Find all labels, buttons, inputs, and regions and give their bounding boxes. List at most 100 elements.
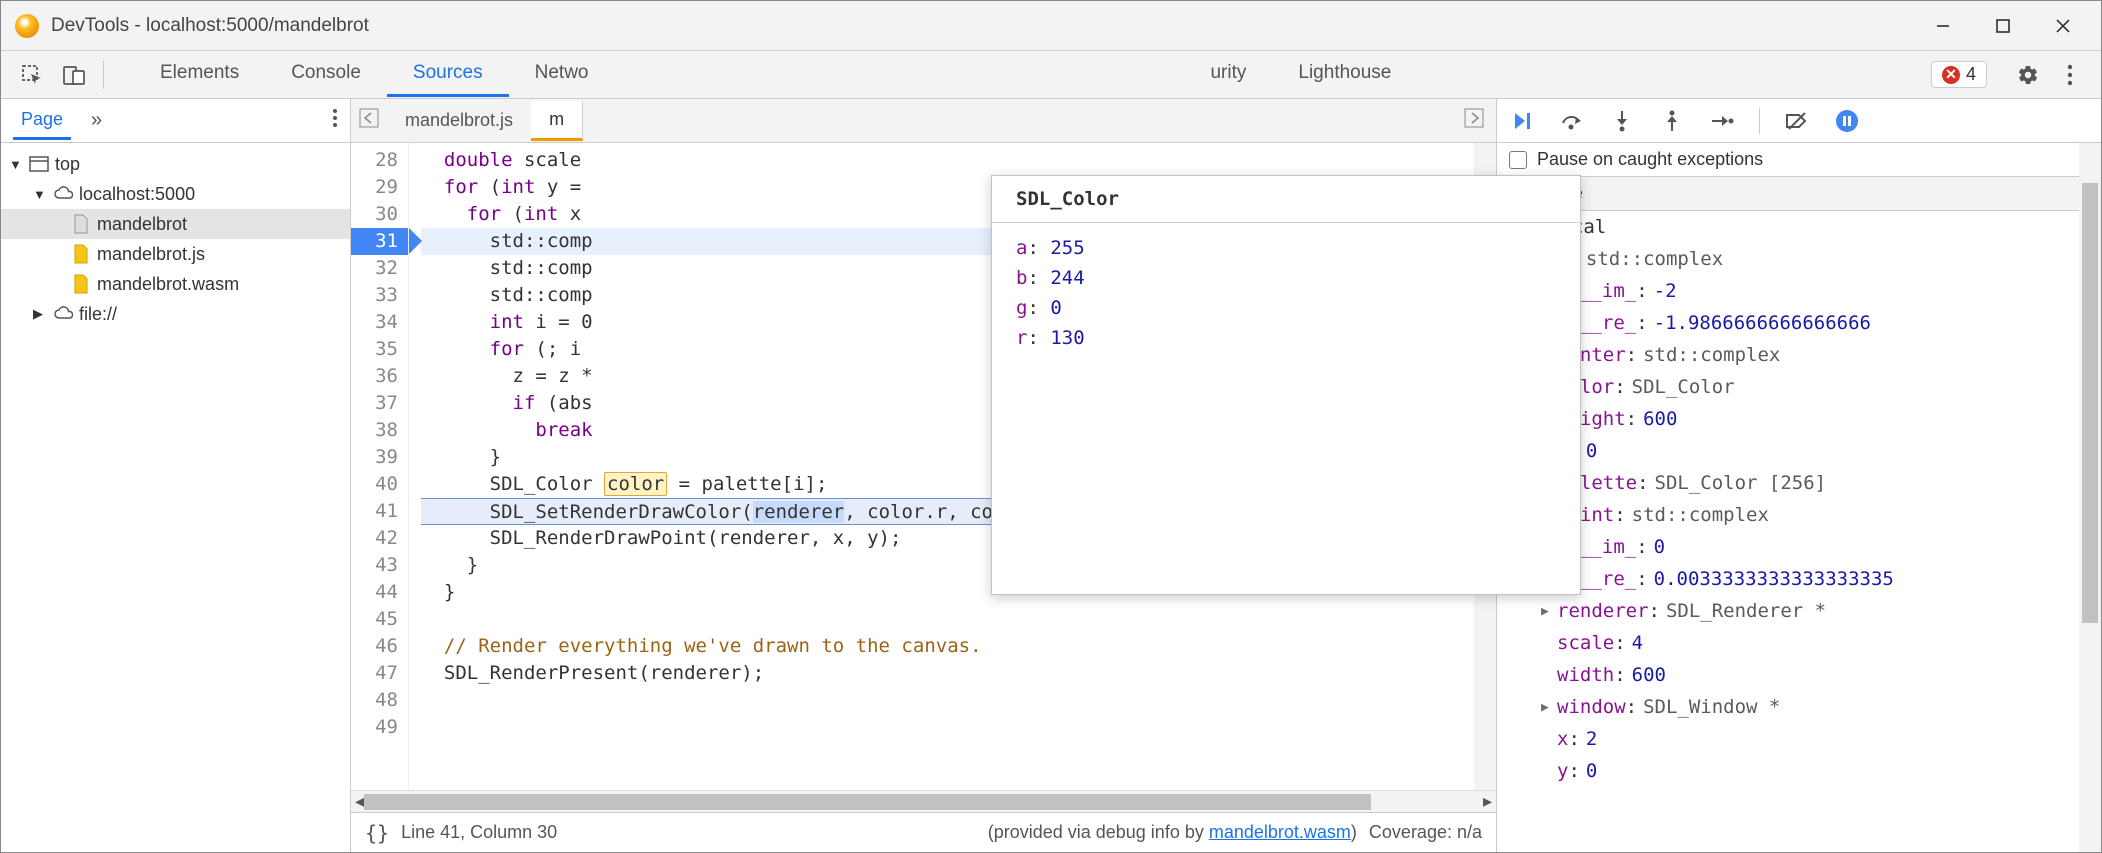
- debug-vertical-scrollbar[interactable]: [2079, 143, 2101, 852]
- tooltip-property: a: 255: [1016, 233, 1556, 263]
- step-into-button[interactable]: [1609, 108, 1635, 134]
- tab-console[interactable]: Console: [265, 52, 387, 97]
- line-number[interactable]: 30: [351, 201, 408, 228]
- scope-variable[interactable]: ▶__im_: 0: [1497, 531, 2101, 563]
- source-map-link[interactable]: mandelbrot.wasm: [1209, 822, 1351, 842]
- code-line[interactable]: SDL_RenderPresent(renderer);: [421, 660, 1474, 687]
- step-button[interactable]: [1709, 108, 1735, 134]
- tab-network[interactable]: Netwo: [509, 52, 615, 97]
- tree-host[interactable]: ▼ localhost:5000: [1, 179, 350, 209]
- line-number[interactable]: 40: [351, 471, 408, 498]
- line-number[interactable]: 47: [351, 660, 408, 687]
- step-out-button[interactable]: [1659, 108, 1685, 134]
- nav-back-icon[interactable]: [359, 108, 379, 133]
- scope-variable[interactable]: ▶__re_: 0.0033333333333333335: [1497, 563, 2101, 595]
- step-over-button[interactable]: [1559, 108, 1585, 134]
- close-button[interactable]: [2033, 6, 2093, 46]
- scope-section-header[interactable]: ▼ Scope: [1497, 176, 2101, 211]
- line-number[interactable]: 48: [351, 687, 408, 714]
- kebab-menu-icon[interactable]: [2053, 58, 2087, 92]
- line-number[interactable]: 44: [351, 579, 408, 606]
- tree-file-scheme[interactable]: ▶ file://: [1, 299, 350, 329]
- line-number[interactable]: 49: [351, 714, 408, 741]
- scope-variable[interactable]: ▶__im_: -2: [1497, 275, 2101, 307]
- tab-elements[interactable]: Elements: [134, 52, 265, 97]
- line-number[interactable]: 41: [351, 498, 408, 525]
- scope-local[interactable]: ▼ L Local: [1497, 211, 2101, 243]
- editor-horizontal-scrollbar[interactable]: ◂ ▸: [351, 790, 1496, 812]
- hover-highlight: color: [604, 472, 667, 496]
- line-number[interactable]: 36: [351, 363, 408, 390]
- pause-exceptions-button[interactable]: [1834, 108, 1860, 134]
- line-number[interactable]: 42: [351, 525, 408, 552]
- tree-file-mandelbrot-js[interactable]: ▶ mandelbrot.js: [1, 239, 350, 269]
- scope-variable[interactable]: ▶width: 600: [1497, 659, 2101, 691]
- minimize-button[interactable]: [1913, 6, 1973, 46]
- pause-on-caught-row[interactable]: Pause on caught exceptions: [1497, 143, 2101, 176]
- tab-lighthouse[interactable]: Lighthouse: [1272, 52, 1417, 97]
- error-count-badge[interactable]: ✕ 4: [1931, 61, 1987, 88]
- tree-file-mandelbrot-wasm[interactable]: ▶ mandelbrot.wasm: [1, 269, 350, 299]
- navigator-tab-page[interactable]: Page: [13, 102, 71, 140]
- scope-variable[interactable]: ▼point: std::complex: [1497, 499, 2101, 531]
- line-number[interactable]: 34: [351, 309, 408, 336]
- line-number[interactable]: 45: [351, 606, 408, 633]
- scope-variable[interactable]: ▶renderer: SDL_Renderer *: [1497, 595, 2101, 627]
- error-count: 4: [1966, 64, 1976, 85]
- scope-variable[interactable]: ▶color: SDL_Color: [1497, 371, 2101, 403]
- tab-security[interactable]: urity: [1184, 52, 1272, 97]
- scope-variable[interactable]: ▶palette: SDL_Color [256]: [1497, 467, 2101, 499]
- navigator-kebab-icon[interactable]: [332, 108, 338, 133]
- device-toolbar-icon[interactable]: [57, 58, 91, 92]
- scope-variable[interactable]: ▶__re_: -1.9866666666666666: [1497, 307, 2101, 339]
- code-line[interactable]: // Render everything we've drawn to the …: [421, 633, 1474, 660]
- gutter[interactable]: 2829303132333435363738394041424344454647…: [351, 143, 409, 790]
- inspect-element-icon[interactable]: [15, 58, 49, 92]
- line-number[interactable]: 28: [351, 147, 408, 174]
- debugger-toolbar: [1497, 99, 2101, 143]
- scope-variable[interactable]: ▶x: 2: [1497, 723, 2101, 755]
- pretty-print-icon[interactable]: {}: [365, 821, 389, 845]
- scope-variable[interactable]: ▶scale: 4: [1497, 627, 2101, 659]
- paused-highlight: renderer: [753, 501, 845, 523]
- tree-label: mandelbrot: [97, 214, 187, 235]
- code-line[interactable]: double scale: [421, 147, 1474, 174]
- navigator-panel: Page » ▼ top ▼ localhost:5000 ▶: [1, 99, 351, 852]
- navigator-more-tabs-icon[interactable]: »: [91, 109, 102, 132]
- tree-file-mandelbrot[interactable]: ▶ mandelbrot: [1, 209, 350, 239]
- separator: [1759, 108, 1760, 134]
- scope-variable[interactable]: ▶center: std::complex: [1497, 339, 2101, 371]
- pause-caught-checkbox[interactable]: [1509, 151, 1527, 169]
- line-number[interactable]: 43: [351, 552, 408, 579]
- scope-variable[interactable]: ▶window: SDL_Window *: [1497, 691, 2101, 723]
- script-file-icon: [71, 243, 91, 265]
- deactivate-breakpoints-button[interactable]: [1784, 108, 1810, 134]
- code-line[interactable]: [421, 687, 1474, 714]
- scope-tree[interactable]: ▼ L Local ▼c: std::complex▶__im_: -2▶__r…: [1497, 211, 2101, 852]
- line-number[interactable]: 38: [351, 417, 408, 444]
- scope-variable[interactable]: ▶y: 0: [1497, 755, 2101, 787]
- line-number[interactable]: 35: [351, 336, 408, 363]
- line-number[interactable]: 32: [351, 255, 408, 282]
- tab-sources[interactable]: Sources: [387, 52, 509, 97]
- line-number[interactable]: 29: [351, 174, 408, 201]
- line-number[interactable]: 31: [351, 228, 408, 255]
- scope-variable[interactable]: ▶i: 0: [1497, 435, 2101, 467]
- line-number[interactable]: 46: [351, 633, 408, 660]
- maximize-button[interactable]: [1973, 6, 2033, 46]
- settings-gear-icon[interactable]: [2011, 58, 2045, 92]
- value-tooltip: SDL_Color a: 255b: 244g: 0r: 130: [991, 175, 1581, 595]
- resume-button[interactable]: [1509, 108, 1535, 134]
- line-number[interactable]: 37: [351, 390, 408, 417]
- line-number[interactable]: 33: [351, 282, 408, 309]
- nav-forward-icon[interactable]: [1464, 108, 1484, 133]
- code-line[interactable]: [421, 606, 1474, 633]
- scope-variable[interactable]: ▼c: std::complex: [1497, 243, 2101, 275]
- editor-tab-active[interactable]: m: [531, 101, 583, 141]
- scope-variable[interactable]: ▶height: 600: [1497, 403, 2101, 435]
- code-line[interactable]: [421, 714, 1474, 741]
- tree-root-top[interactable]: ▼ top: [1, 149, 350, 179]
- line-number[interactable]: 39: [351, 444, 408, 471]
- tooltip-property: b: 244: [1016, 263, 1556, 293]
- editor-tab-mandelbrot-js[interactable]: mandelbrot.js: [387, 102, 531, 139]
